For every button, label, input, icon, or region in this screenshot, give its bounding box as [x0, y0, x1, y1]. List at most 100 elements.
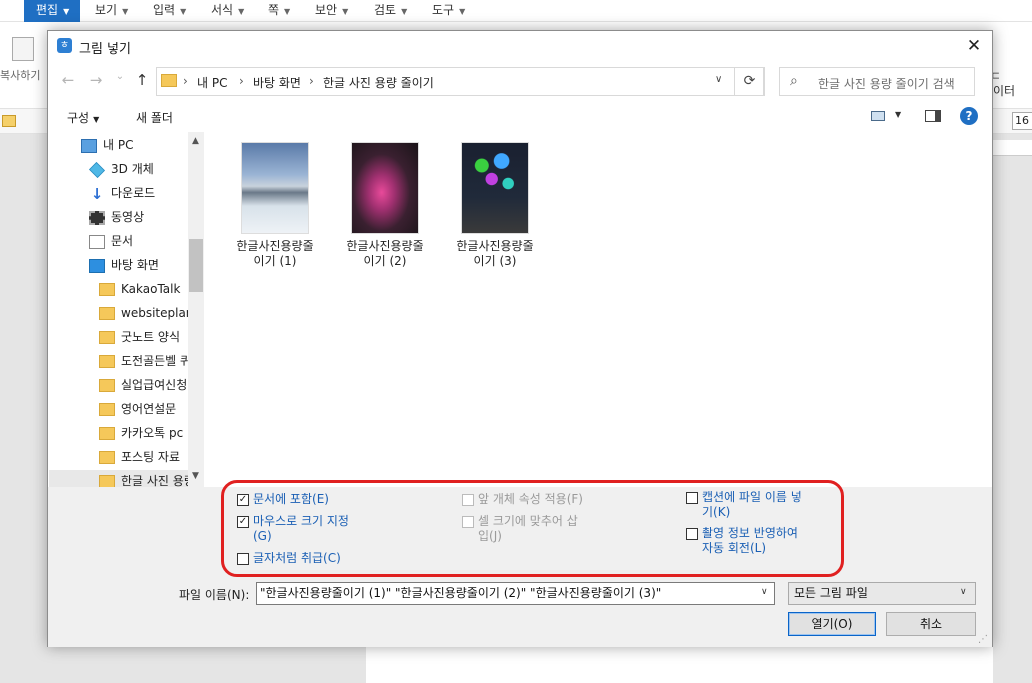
nav-item-my-pc[interactable]: 내 PC [81, 134, 133, 156]
menu-view[interactable]: 보기 ▼ [95, 0, 128, 22]
nav-item-desktop[interactable]: 바탕 화면 [89, 254, 159, 276]
breadcrumb-my-pc[interactable]: 내 PC [197, 74, 227, 91]
download-icon: ↓ [90, 184, 104, 203]
nav-item-folder[interactable]: 굿노트 양식 [99, 326, 180, 348]
desktop-icon [89, 258, 105, 273]
nav-item-folder[interactable]: 카카오톡 pc [99, 422, 183, 444]
chevron-down-icon[interactable]: ▼ [895, 110, 901, 119]
nav-item-documents[interactable]: 문서 [89, 230, 133, 252]
file-list: 한글사진용량줄 이기 (1) 한글사진용량줄 이기 (2) 한글사진용량줄 이기 (3… [205, 132, 992, 487]
chevron-down-icon[interactable]: ∨ [960, 587, 967, 597]
organize-button[interactable]: 구성 ▼ [67, 109, 99, 126]
search-input[interactable]: 한글 사진 용량 줄이기 검색 [818, 75, 955, 92]
menu-tools[interactable]: 도구 ▼ [432, 0, 465, 22]
folder-icon [99, 475, 115, 487]
help-icon[interactable]: ? [960, 107, 978, 125]
new-folder-button[interactable]: 새 폴더 [136, 109, 173, 126]
menu-format[interactable]: 서식 ▼ [211, 0, 244, 22]
nav-item-3d-objects[interactable]: 3D 개체 [89, 158, 154, 180]
dialog-title: 그림 넣기 [79, 42, 131, 57]
refresh-icon[interactable]: ⟳ [734, 67, 765, 96]
command-bar: 구성 ▼ 새 폴더 ▼ ? [48, 102, 992, 132]
nav-item-downloads[interactable]: ↓ 다운로드 [89, 182, 155, 204]
chevron-down-icon[interactable]: ∨ [715, 74, 722, 85]
chevron-right-icon: › [309, 74, 314, 88]
filename-input[interactable]: "한글사진용량줄이기 (1)" "한글사진용량줄이기 (2)" "한글사진용량줄… [256, 582, 775, 605]
insert-picture-dialog: ㅎ 그림 넣기 ✕ ← → ⌄ ↑ › 내 PC › 바탕 화면 › 한글 사진… [47, 30, 993, 647]
ruler [993, 140, 1032, 156]
folder-icon [99, 355, 115, 368]
navigation-pane: 내 PC 3D 개체 ↓ 다운로드 동영상 문서 바탕 화면 KakaoTalk … [49, 132, 204, 487]
nav-item-videos[interactable]: 동영상 [89, 206, 144, 228]
nav-item-folder[interactable]: 영어연설문 [99, 398, 176, 420]
breadcrumb-current-folder[interactable]: 한글 사진 용량 줄이기 [323, 74, 434, 91]
video-icon [89, 210, 105, 225]
copy-icon[interactable] [12, 37, 34, 61]
toolbar-right-label-2: 이터 [993, 84, 1016, 98]
app-right-margin [993, 134, 1032, 683]
search-icon: ⌕ [790, 73, 798, 89]
recent-locations-icon[interactable]: ⌄ [110, 71, 130, 82]
nav-item-current-folder[interactable]: 한글 사진 용량 줄이기 [49, 470, 204, 487]
highlight-annotation [221, 480, 844, 577]
forward-arrow-icon[interactable]: → [86, 71, 106, 89]
nav-item-folder[interactable]: KakaoTalk [99, 278, 180, 300]
pc-icon [81, 138, 97, 153]
folder-icon [99, 451, 115, 464]
file-name: 한글사진용량줄 이기 (2) [346, 239, 424, 268]
cancel-button[interactable]: 취소 [886, 612, 976, 636]
nav-item-folder[interactable]: 도전골든벨 퀴즈 [99, 350, 202, 372]
menu-page[interactable]: 쪽 ▼ [268, 0, 290, 22]
menu-edit[interactable]: 편집 ▼ [24, 0, 80, 22]
file-type-select[interactable]: 모든 그림 파일 [788, 582, 976, 605]
open-folder-icon[interactable] [2, 115, 16, 127]
thumbnail-image [241, 142, 309, 234]
file-item[interactable]: 한글사진용량줄 이기 (1) [225, 142, 325, 269]
chevron-right-icon: › [239, 74, 244, 88]
preview-pane-icon[interactable] [925, 110, 941, 122]
address-row: ← → ⌄ ↑ › 내 PC › 바탕 화면 › 한글 사진 용량 줄이기 ∨ … [48, 65, 992, 97]
chevron-down-icon[interactable]: ∨ [761, 587, 768, 597]
resize-grip-icon[interactable]: ⋰ [978, 634, 988, 645]
3d-objects-icon [89, 161, 105, 178]
dialog-bottom-bar: 파일 이름(N): "한글사진용량줄이기 (1)" "한글사진용량줄이기 (2)… [48, 579, 992, 647]
folder-icon [99, 427, 115, 440]
menu-review[interactable]: 검토 ▼ [374, 0, 407, 22]
file-name: 한글사진용량줄 이기 (3) [456, 239, 534, 268]
folder-icon [161, 74, 177, 87]
breadcrumb-desktop[interactable]: 바탕 화면 [253, 74, 301, 91]
menu-security[interactable]: 보안 ▼ [315, 0, 348, 22]
document-icon [89, 234, 105, 249]
folder-icon [99, 331, 115, 344]
view-options-icon[interactable] [871, 111, 885, 121]
copy-label: 복사하기 [0, 69, 41, 82]
close-button[interactable]: ✕ [960, 35, 988, 57]
back-arrow-icon[interactable]: ← [58, 71, 78, 89]
chevron-right-icon: › [183, 74, 188, 88]
thumbnail-image [461, 142, 529, 234]
dialog-titlebar: ㅎ 그림 넣기 ✕ [48, 31, 992, 61]
file-item[interactable]: 한글사진용량줄 이기 (2) [335, 142, 435, 269]
hangul-app-icon: ㅎ [57, 38, 72, 53]
up-arrow-icon[interactable]: ↑ [132, 71, 152, 89]
nav-item-folder[interactable]: 포스팅 자료 [99, 446, 180, 468]
address-bar[interactable]: › 내 PC › 바탕 화면 › 한글 사진 용량 줄이기 ∨ [156, 67, 764, 96]
search-box[interactable]: ⌕ 한글 사진 용량 줄이기 검색 [779, 67, 975, 96]
nav-item-folder[interactable]: 실업급여신청 [99, 374, 187, 396]
folder-icon [99, 403, 115, 416]
app-left-margin [0, 134, 48, 683]
nav-scrollbar[interactable] [188, 132, 204, 487]
menu-insert[interactable]: 입력 ▼ [153, 0, 186, 22]
zoom-field[interactable]: 16 [1012, 112, 1032, 130]
scroll-up-icon[interactable]: ▲ [192, 136, 199, 146]
filename-label: 파일 이름(N): [179, 588, 250, 602]
folder-icon [99, 283, 115, 296]
thumbnail-image [351, 142, 419, 234]
file-item[interactable]: 한글사진용량줄 이기 (3) [445, 142, 545, 269]
scroll-down-icon[interactable]: ▼ [192, 471, 199, 481]
nav-scrollbar-thumb[interactable] [189, 239, 203, 292]
app-page-gutter [48, 646, 366, 683]
folder-icon [99, 307, 115, 320]
file-name: 한글사진용량줄 이기 (1) [236, 239, 314, 268]
open-button[interactable]: 열기(O) [788, 612, 876, 636]
